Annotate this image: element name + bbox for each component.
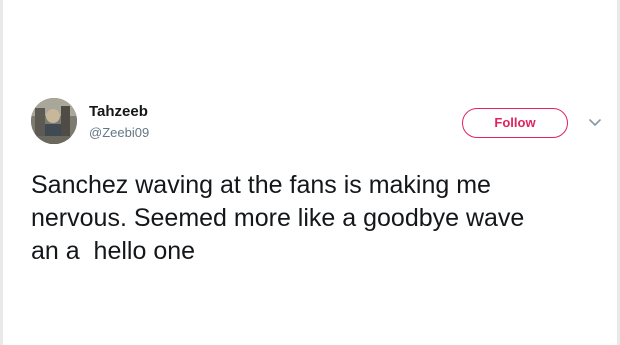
tweet-screenshot: Tahzeeb @Zeebi09 Follow Sanchez waving a…	[0, 0, 620, 345]
avatar[interactable]	[31, 98, 77, 144]
chevron-down-icon[interactable]	[589, 118, 601, 128]
follow-button[interactable]: Follow	[462, 108, 568, 138]
tweet-text: Sanchez waving at the fans is making me …	[31, 171, 525, 265]
tweet-card: Tahzeeb @Zeebi09 Follow Sanchez waving a…	[31, 98, 615, 298]
user-handle[interactable]: @Zeebi09	[89, 125, 149, 141]
user-name[interactable]: Tahzeeb	[89, 103, 148, 121]
